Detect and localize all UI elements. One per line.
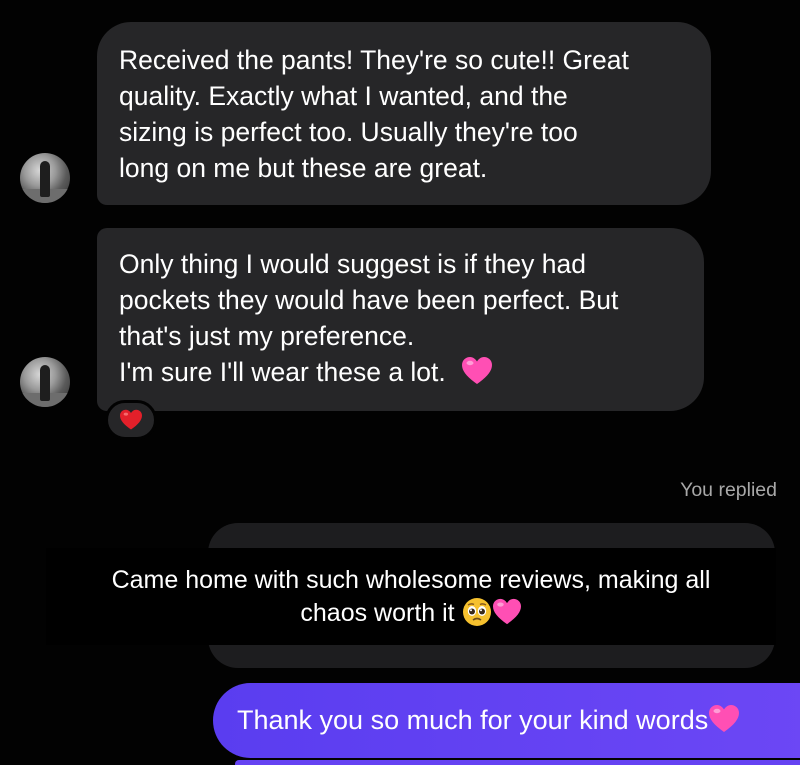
message-2-line-1: Only thing I would suggest is if they ha… [119, 249, 586, 279]
red-heart-icon [120, 409, 142, 430]
heart-reaction[interactable] [105, 400, 157, 440]
message-2-line-3: that's just my preference. [119, 321, 415, 351]
received-message-1[interactable]: Received the pants! They're so cute!! Gr… [97, 22, 711, 205]
avatar-photo-figure [40, 161, 50, 197]
sender-avatar[interactable] [20, 153, 70, 203]
message-2-line-2: pockets they would have been perfect. Bu… [119, 285, 619, 315]
next-sent-message-edge [235, 760, 800, 765]
sender-avatar[interactable] [20, 357, 70, 407]
you-replied-label: You replied [680, 479, 777, 501]
pink-heart-icon [709, 705, 740, 732]
message-2-line-4: I'm sure I'll wear these a lot. [119, 354, 684, 390]
caption-line-2: chaos worth it [46, 597, 776, 630]
message-2-line-4-text: I'm sure I'll wear these a lot. [119, 357, 446, 387]
pleading-face-icon [462, 598, 491, 626]
caption-line-2-text: chaos worth it [300, 599, 455, 627]
received-message-2[interactable]: Only thing I would suggest is if they ha… [97, 228, 704, 411]
message-1-line-1: Received the pants! They're so cute!! Gr… [119, 45, 629, 75]
caption-line-1: Came home with such wholesome reviews, m… [111, 566, 711, 594]
message-1-line-3: sizing is perfect too. Usually they're t… [119, 117, 578, 147]
message-1-line-2: quality. Exactly what I wanted, and the [119, 81, 568, 111]
avatar-photo-figure [40, 365, 50, 401]
sent-message-text: Thank you so much for your kind words [237, 705, 709, 735]
caption-overlay: Came home with such wholesome reviews, m… [46, 548, 776, 645]
pink-heart-icon [492, 598, 521, 625]
sent-message[interactable]: Thank you so much for your kind words [213, 683, 800, 758]
pink-heart-icon [461, 357, 492, 384]
message-1-line-4: long on me but these are great. [119, 153, 488, 183]
